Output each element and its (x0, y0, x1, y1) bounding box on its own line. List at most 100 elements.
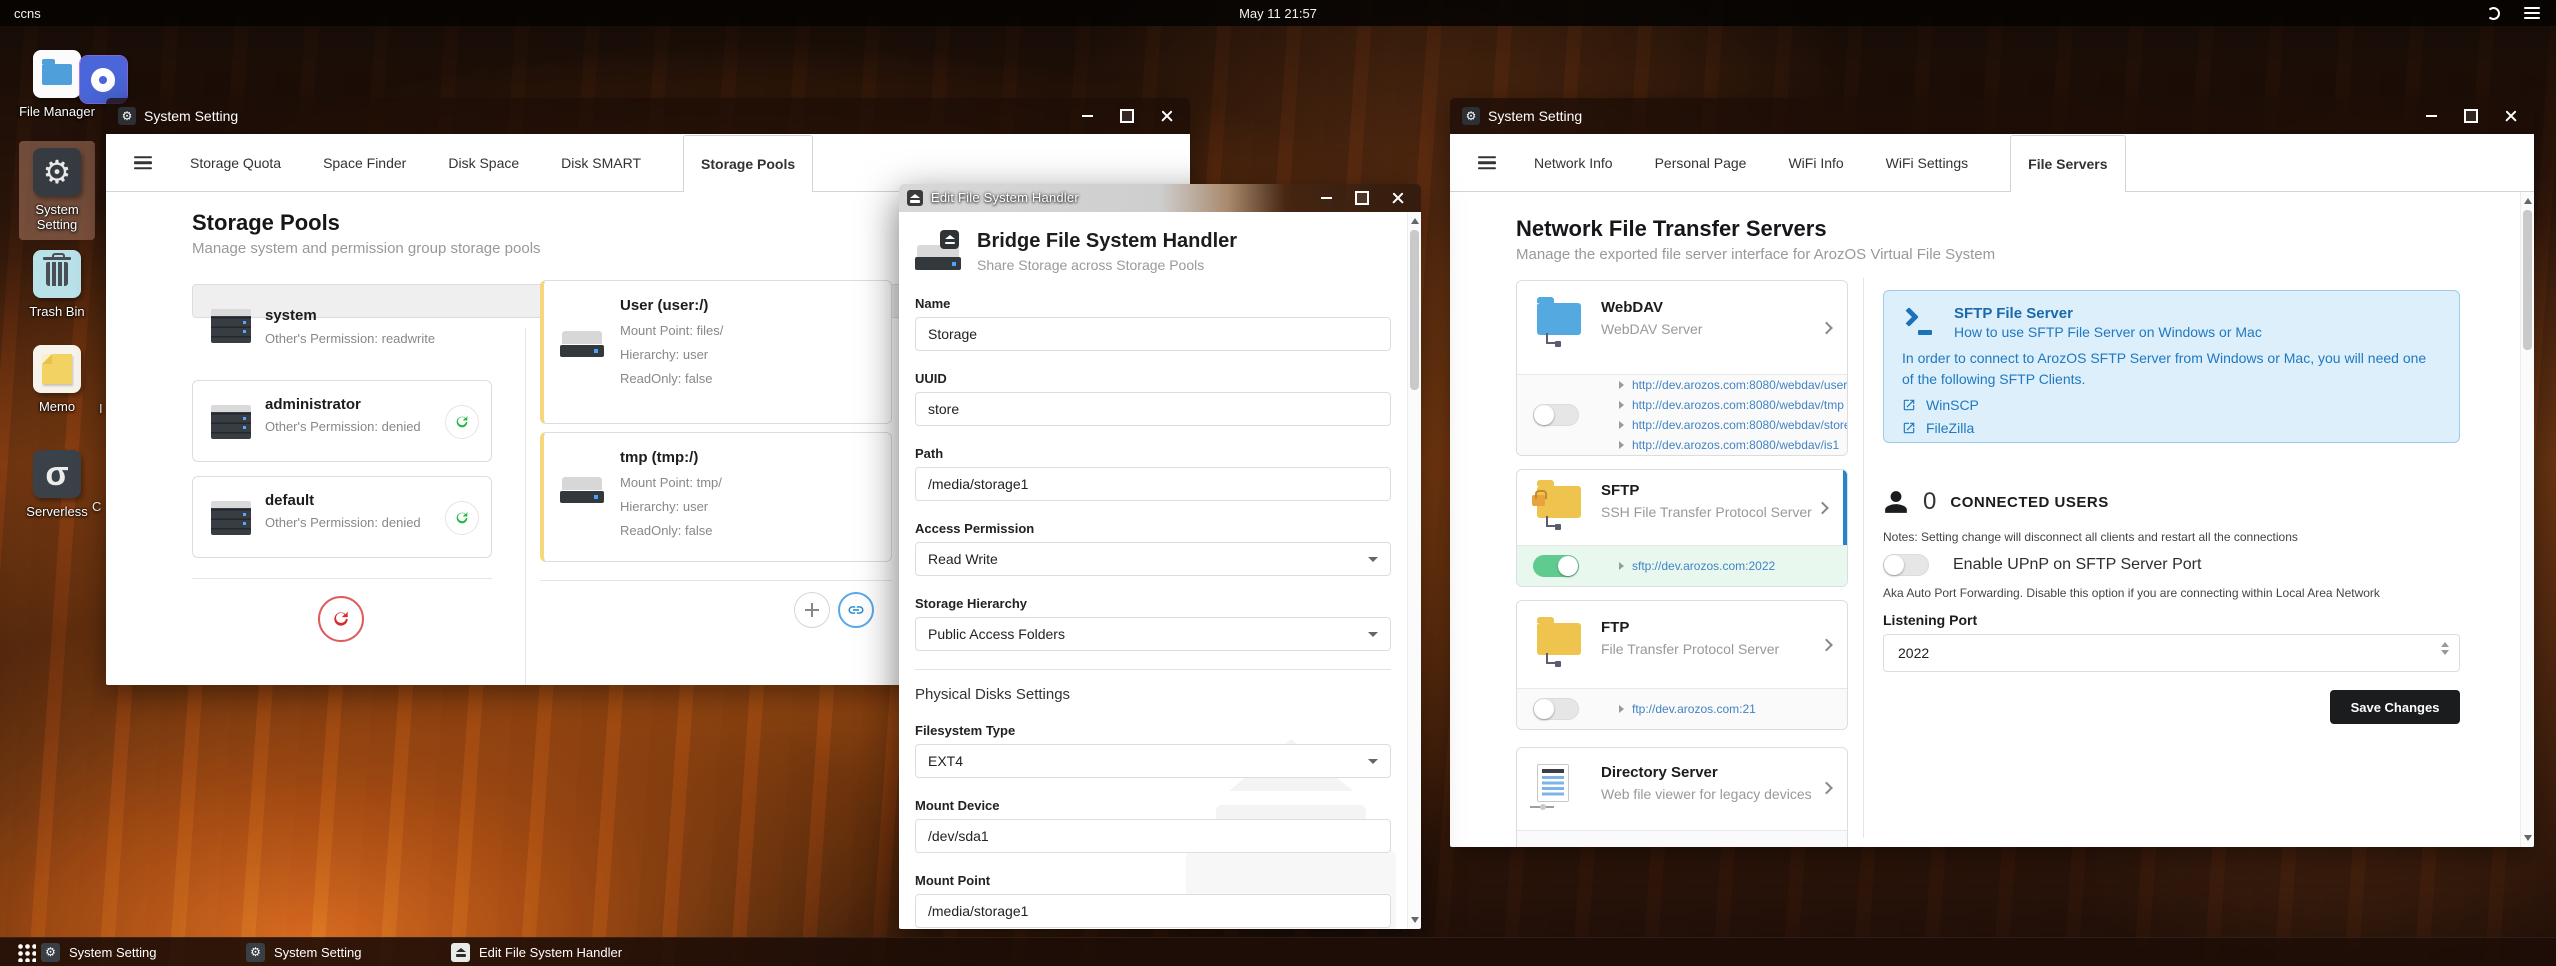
status-spinner-icon[interactable] (2487, 6, 2500, 20)
server-card-webdav[interactable]: WebDAV WebDAV Server http://dev.arozos.c… (1516, 280, 1848, 456)
link-bridge-button[interactable] (838, 592, 874, 628)
desktop: ccns May 11 21:57 File Manager ⚙ System … (0, 0, 2556, 966)
desktop-icon-label: File Manager (19, 104, 95, 119)
external-link-icon (1903, 422, 1915, 434)
divider (192, 578, 492, 579)
maximize-button[interactable] (1120, 109, 1134, 123)
mount-device-label: Mount Device (915, 798, 1000, 813)
ftp-url-link[interactable]: ftp://dev.arozos.com:21 (1619, 701, 1756, 718)
server-card-ftp[interactable]: FTP File Transfer Protocol Server ftp://… (1516, 600, 1848, 730)
server-icon (211, 405, 251, 439)
refresh-pool-button[interactable] (445, 501, 479, 535)
taskbar-item-system-setting-2[interactable]: ⚙ System Setting (246, 938, 446, 966)
titlebar[interactable]: Edit File System Handler (899, 184, 1421, 212)
maximize-button[interactable] (2464, 109, 2478, 123)
webdav-url-link[interactable]: http://dev.arozos.com:8080/webdav/store (1619, 417, 1847, 434)
pool-name: administrator (265, 396, 361, 413)
mount-device-input[interactable] (915, 819, 1391, 853)
desktop-icon-trash-bin[interactable]: Trash Bin (19, 250, 95, 319)
tab-wifi-settings[interactable]: WiFi Settings (1886, 155, 1968, 171)
listening-port-label: Listening Port (1883, 612, 1978, 628)
tab-space-finder[interactable]: Space Finder (323, 155, 406, 171)
tab-network-info[interactable]: Network Info (1534, 155, 1613, 171)
webdav-url-link[interactable]: http://dev.arozos.com:8080/webdav/user (1619, 377, 1847, 394)
server-card-sftp[interactable]: SFTP SSH File Transfer Protocol Server s… (1516, 469, 1848, 587)
dialog-title: Bridge File System Handler (977, 229, 1238, 252)
desktop-icon-music[interactable]: ♪ (79, 55, 128, 104)
tab-disk-space[interactable]: Disk Space (448, 155, 519, 171)
guide-body: In order to connect to ArozOS SFTP Serve… (1902, 350, 2427, 387)
desktop-icon-system-setting[interactable]: ⚙ System Setting (19, 141, 95, 240)
trash-icon (33, 250, 81, 298)
server-card-directory[interactable]: Directory Server Web file viewer for leg… (1516, 747, 1848, 847)
tab-storage-pools[interactable]: Storage Pools (683, 134, 814, 193)
webdav-url-link[interactable]: http://dev.arozos.com:8080/webdav/is1 (1619, 437, 1847, 454)
hamburger-icon[interactable] (134, 153, 152, 173)
desktop-icon-memo[interactable]: Memo (19, 345, 95, 414)
listening-port-input[interactable] (1884, 635, 2459, 671)
number-spinner[interactable] (2441, 642, 2449, 655)
titlebar[interactable]: ⚙ System Setting (106, 98, 1190, 134)
window-title: System Setting (144, 108, 239, 124)
desktop-icon-serverless[interactable]: σ Serverless (19, 450, 95, 519)
tab-file-servers[interactable]: File Servers (2010, 134, 2126, 193)
path-input[interactable] (915, 467, 1391, 501)
page-subtitle: Manage system and permission group stora… (192, 240, 541, 257)
refresh-pool-button[interactable] (445, 405, 479, 439)
mount-point-input[interactable] (915, 894, 1391, 928)
webdav-toggle[interactable] (1533, 404, 1579, 426)
taskbar-item-edit-file-system-handler[interactable]: Edit File System Handler (451, 938, 651, 966)
scrollbar[interactable] (2520, 192, 2534, 847)
desktop-icon-label: Serverless (26, 504, 88, 519)
minimize-button[interactable] (1319, 191, 1333, 205)
storage-hierarchy-select[interactable]: Public Access Folders (915, 617, 1391, 651)
winscp-link[interactable]: WinSCP (1902, 397, 2441, 413)
upnp-toggle[interactable] (1883, 554, 1929, 576)
bridge-card-user[interactable]: User (user:/) Mount Point: files/ Hierar… (540, 280, 892, 424)
titlebar[interactable]: ⚙ System Setting (1450, 98, 2534, 134)
uuid-input[interactable] (915, 392, 1391, 426)
sftp-url-link[interactable]: sftp://dev.arozos.com:2022 (1619, 558, 1775, 575)
directory-doc-icon (1530, 764, 1569, 810)
close-button[interactable] (1160, 109, 1174, 123)
tab-disk-smart[interactable]: Disk SMART (561, 155, 641, 171)
terminal-icon (1899, 307, 1938, 337)
gear-icon: ⚙ (246, 942, 265, 962)
tab-storage-quota[interactable]: Storage Quota (190, 155, 281, 171)
close-button[interactable] (2504, 109, 2518, 123)
ftp-toggle[interactable] (1533, 698, 1579, 720)
drive-icon (560, 477, 604, 503)
tab-wifi-info[interactable]: WiFi Info (1788, 155, 1843, 171)
tab-personal-page[interactable]: Personal Page (1655, 155, 1747, 171)
minimize-button[interactable] (2424, 109, 2438, 123)
mount-point-label: Mount Point (915, 873, 991, 888)
taskbar-item-system-setting-1[interactable]: ⚙ System Setting (41, 938, 241, 966)
page-subtitle: Manage the exported file server interfac… (1516, 246, 1996, 263)
filesystem-type-select[interactable]: EXT4 (915, 744, 1391, 778)
hamburger-icon[interactable] (1478, 153, 1496, 173)
server-icon (211, 309, 251, 343)
chevron-right-icon (1820, 638, 1833, 651)
save-changes-button[interactable]: Save Changes (2330, 690, 2460, 724)
access-permission-select[interactable]: Read Write (915, 542, 1391, 576)
pool-card-default[interactable]: default Other's Permission: denied (192, 476, 492, 558)
name-input[interactable] (915, 317, 1391, 351)
add-bridge-button[interactable] (794, 592, 830, 628)
window-title: Edit File System Handler (931, 190, 1079, 205)
sftp-toggle[interactable] (1533, 555, 1579, 577)
refresh-all-pools-button[interactable] (318, 596, 364, 642)
minimize-button[interactable] (1080, 109, 1094, 123)
filesystem-type-label: Filesystem Type (915, 723, 1016, 738)
person-icon (1885, 491, 1907, 513)
maximize-button[interactable] (1355, 191, 1369, 205)
close-button[interactable] (1391, 191, 1405, 205)
filezilla-link[interactable]: FileZilla (1902, 420, 2441, 436)
app-launcher-icon[interactable] (16, 942, 36, 962)
webdav-url-link[interactable]: http://dev.arozos.com:8080/webdav/tmp (1619, 397, 1847, 414)
menu-icon[interactable] (2524, 4, 2540, 22)
pool-card-administrator[interactable]: administrator Other's Permission: denied (192, 380, 492, 462)
scrollbar[interactable] (1407, 212, 1421, 929)
gear-icon: ⚙ (41, 942, 60, 962)
server-desc: WebDAV Server (1601, 321, 1703, 337)
bridge-card-tmp[interactable]: tmp (tmp:/) Mount Point: tmp/ Hierarchy:… (540, 432, 892, 562)
